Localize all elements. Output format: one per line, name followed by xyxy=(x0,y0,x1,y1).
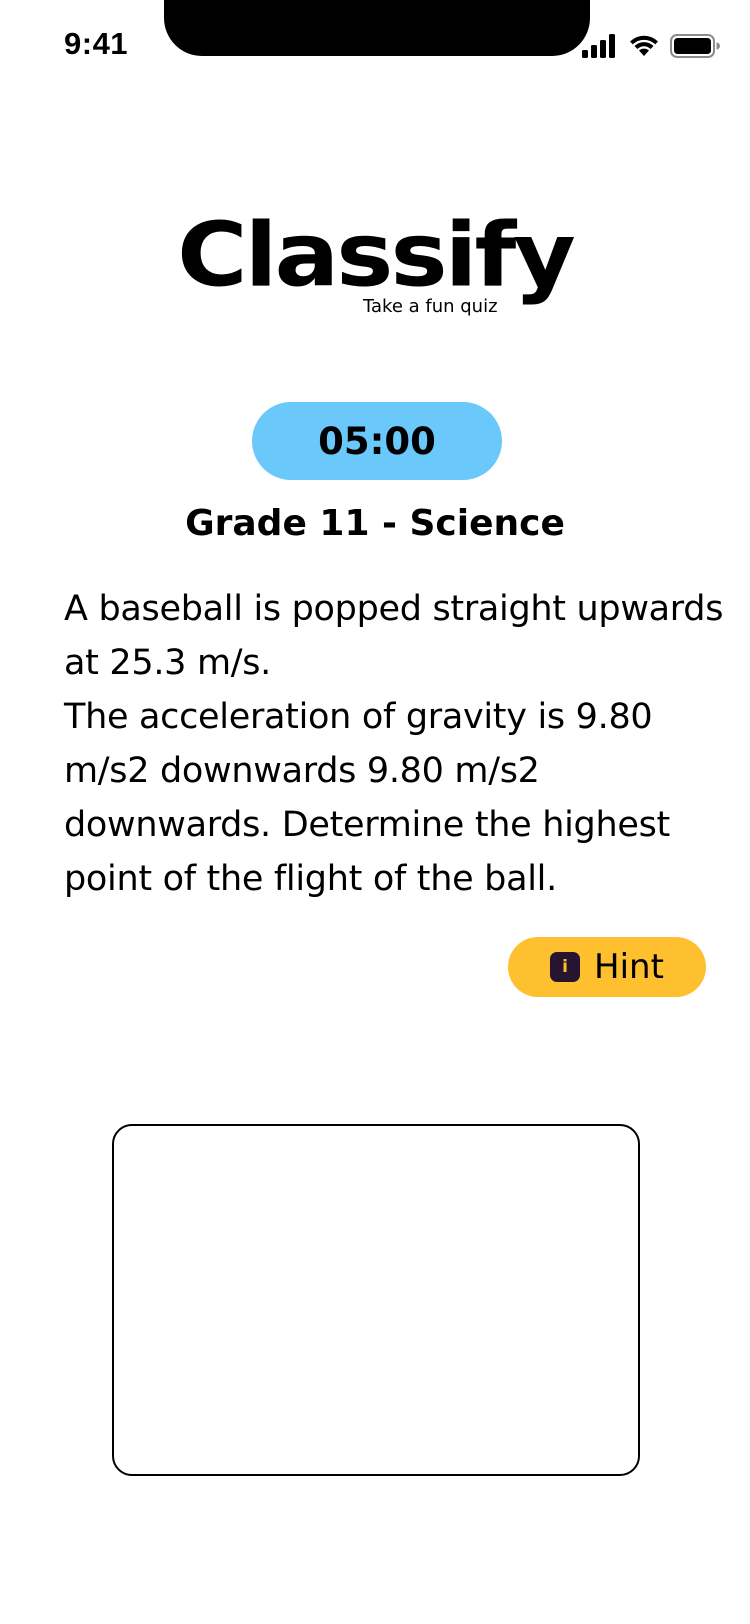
question-line: The acceleration of gravity is 9.80 m/s2… xyxy=(64,697,670,899)
status-icons xyxy=(582,32,720,60)
status-time: 9:41 xyxy=(64,26,129,61)
answer-input[interactable] xyxy=(112,1124,640,1476)
wifi-icon xyxy=(628,34,660,58)
logo-title: Classify xyxy=(177,203,576,307)
status-bar: 9:41 xyxy=(0,0,750,90)
question-line: A baseball is popped straight upwards at… xyxy=(64,589,724,683)
hint-label: Hint xyxy=(594,947,664,987)
device-notch xyxy=(164,0,590,56)
info-icon: i xyxy=(550,952,581,982)
question-text: A baseball is popped straight upwards at… xyxy=(64,582,724,906)
quiz-subject: Grade 11 - Science xyxy=(185,503,565,544)
hint-button[interactable]: i Hint xyxy=(508,937,706,997)
logo-tagline: Take a fun quiz xyxy=(360,296,501,318)
app-logo: Classify Take a fun quiz xyxy=(0,200,750,320)
battery-icon xyxy=(670,34,720,58)
cellular-signal-icon xyxy=(582,34,618,58)
countdown-timer: 05:00 xyxy=(252,402,502,480)
